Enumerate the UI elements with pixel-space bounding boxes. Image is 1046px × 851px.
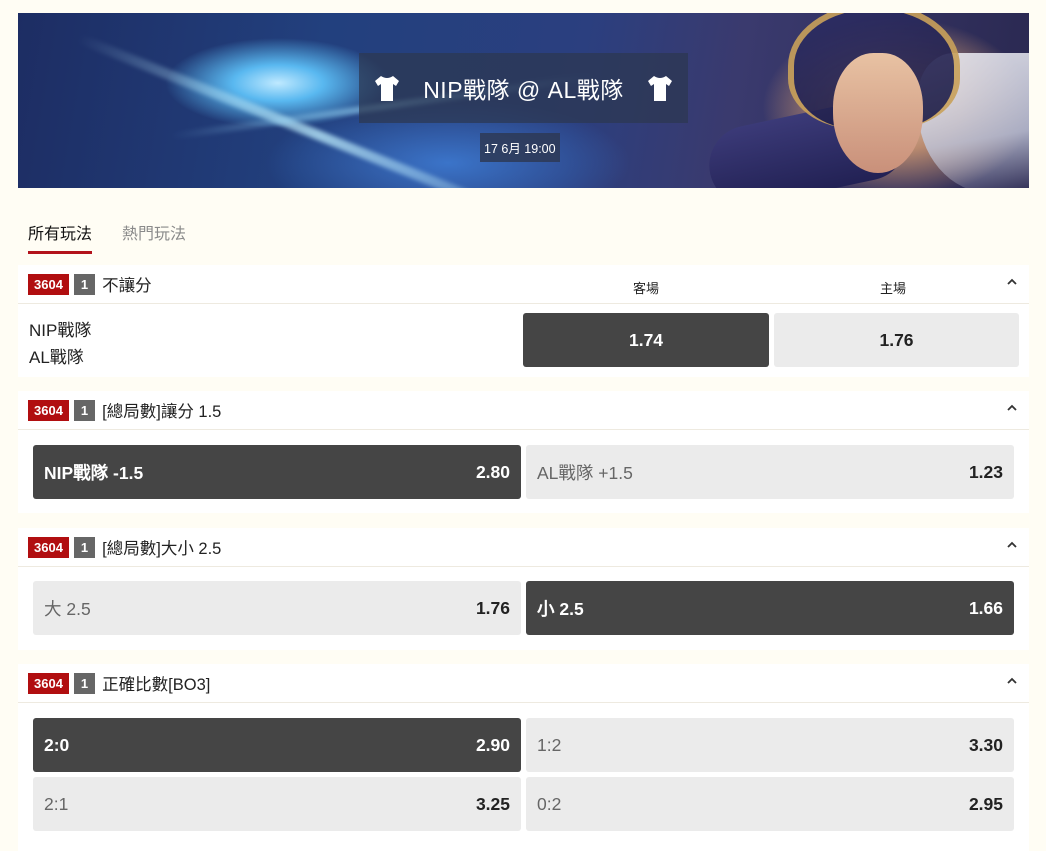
odds-value: 1.66: [968, 597, 1003, 618]
odds-button-handicap-home[interactable]: AL戰隊 +1.5 1.23: [526, 445, 1014, 499]
odds-button-score-0-2[interactable]: 0:2 2.95: [526, 777, 1014, 831]
market-header[interactable]: 3604 1 [總局數]大小 2.5: [18, 528, 1029, 567]
odds-button-score-2-0[interactable]: 2:0 2.90: [33, 718, 521, 772]
match-title: NIP戰隊 @ AL戰隊: [423, 77, 624, 103]
odds-button-score-1-2[interactable]: 1:2 3.30: [526, 718, 1014, 772]
odds-button-score-2-1[interactable]: 2:1 3.25: [33, 777, 521, 831]
column-away: 客場: [633, 281, 660, 296]
odds-button-under[interactable]: 小 2.5 1.66: [526, 581, 1014, 635]
odds-value: 3.30: [968, 734, 1003, 755]
column-home: 主場: [880, 281, 907, 296]
option-label: 1:2: [537, 734, 562, 755]
option-label: AL戰隊 +1.5: [537, 462, 633, 483]
market-header[interactable]: 3604 1 不讓分 客場 主場: [18, 265, 1029, 304]
odds-value: 2.90: [475, 734, 510, 755]
odds-value: 3.25: [475, 793, 510, 814]
collapse-chevron-icon[interactable]: [1007, 540, 1017, 550]
market-title: 正確比數[BO3]: [102, 676, 211, 694]
market-id-badge: 3604: [28, 399, 69, 421]
market-correct-score: 3604 1 正確比數[BO3] 2:0 2.90 1:2 3.30 2:1 3…: [18, 664, 1029, 851]
market-id-badge: 3604: [28, 273, 69, 295]
match-title-box: NIP戰隊 @ AL戰隊: [359, 53, 688, 123]
market-handicap: 3604 1 [總局數]讓分 1.5 NIP戰隊 -1.5 2.80 AL戰隊 …: [18, 391, 1029, 513]
odds-value: 1.76: [475, 597, 510, 618]
match-banner: NIP戰隊 @ AL戰隊 17 6月 19:00: [18, 13, 1029, 188]
market-count-badge: 1: [73, 273, 96, 295]
market-over-under: 3604 1 [總局數]大小 2.5 大 2.5 1.76 小 2.5 1.66: [18, 528, 1029, 650]
market-header[interactable]: 3604 1 正確比數[BO3]: [18, 664, 1029, 703]
collapse-chevron-icon[interactable]: [1007, 277, 1017, 287]
option-label: NIP戰隊 -1.5: [44, 462, 144, 483]
odds-button-handicap-away[interactable]: NIP戰隊 -1.5 2.80: [33, 445, 521, 499]
match-datetime: 17 6月 19:00: [480, 133, 560, 162]
odds-value: 1.23: [968, 461, 1003, 482]
odds-button-home[interactable]: 1.76: [774, 313, 1019, 367]
market-count-badge: 1: [73, 536, 96, 558]
odds-value: 2.80: [475, 461, 510, 482]
tab-all-markets[interactable]: 所有玩法: [28, 220, 93, 254]
market-id-badge: 3604: [28, 536, 69, 558]
odds-button-away[interactable]: 1.74: [523, 313, 769, 367]
tab-popular-markets[interactable]: 熱門玩法: [122, 220, 186, 254]
market-title: [總局數]讓分 1.5: [102, 403, 222, 421]
team-home-name: AL戰隊: [29, 348, 84, 367]
market-id-badge: 3604: [28, 672, 69, 694]
market-header[interactable]: 3604 1 [總局數]讓分 1.5: [18, 391, 1029, 430]
option-label: 2:0: [44, 734, 70, 755]
odds-value: 1.74: [628, 329, 664, 350]
market-title: 不讓分: [102, 277, 152, 295]
market-count-badge: 1: [73, 672, 96, 694]
away-jersey-icon: [375, 76, 400, 101]
market-title: [總局數]大小 2.5: [102, 540, 222, 558]
odds-button-over[interactable]: 大 2.5 1.76: [33, 581, 521, 635]
odds-value: 1.76: [879, 329, 914, 350]
option-label: 小 2.5: [537, 598, 584, 619]
team-away-name: NIP戰隊: [29, 321, 92, 340]
market-count-badge: 1: [73, 399, 96, 421]
collapse-chevron-icon[interactable]: [1007, 403, 1017, 413]
market-tabs: 所有玩法 熱門玩法: [28, 220, 216, 254]
odds-value: 2.95: [968, 793, 1003, 814]
option-label: 大 2.5: [44, 598, 91, 619]
market-moneyline: 3604 1 不讓分 客場 主場 NIP戰隊 AL戰隊 1.74 1.76: [18, 265, 1029, 377]
option-label: 2:1: [44, 793, 69, 814]
option-label: 0:2: [537, 793, 562, 814]
collapse-chevron-icon[interactable]: [1007, 676, 1017, 686]
home-jersey-icon: [647, 76, 672, 101]
